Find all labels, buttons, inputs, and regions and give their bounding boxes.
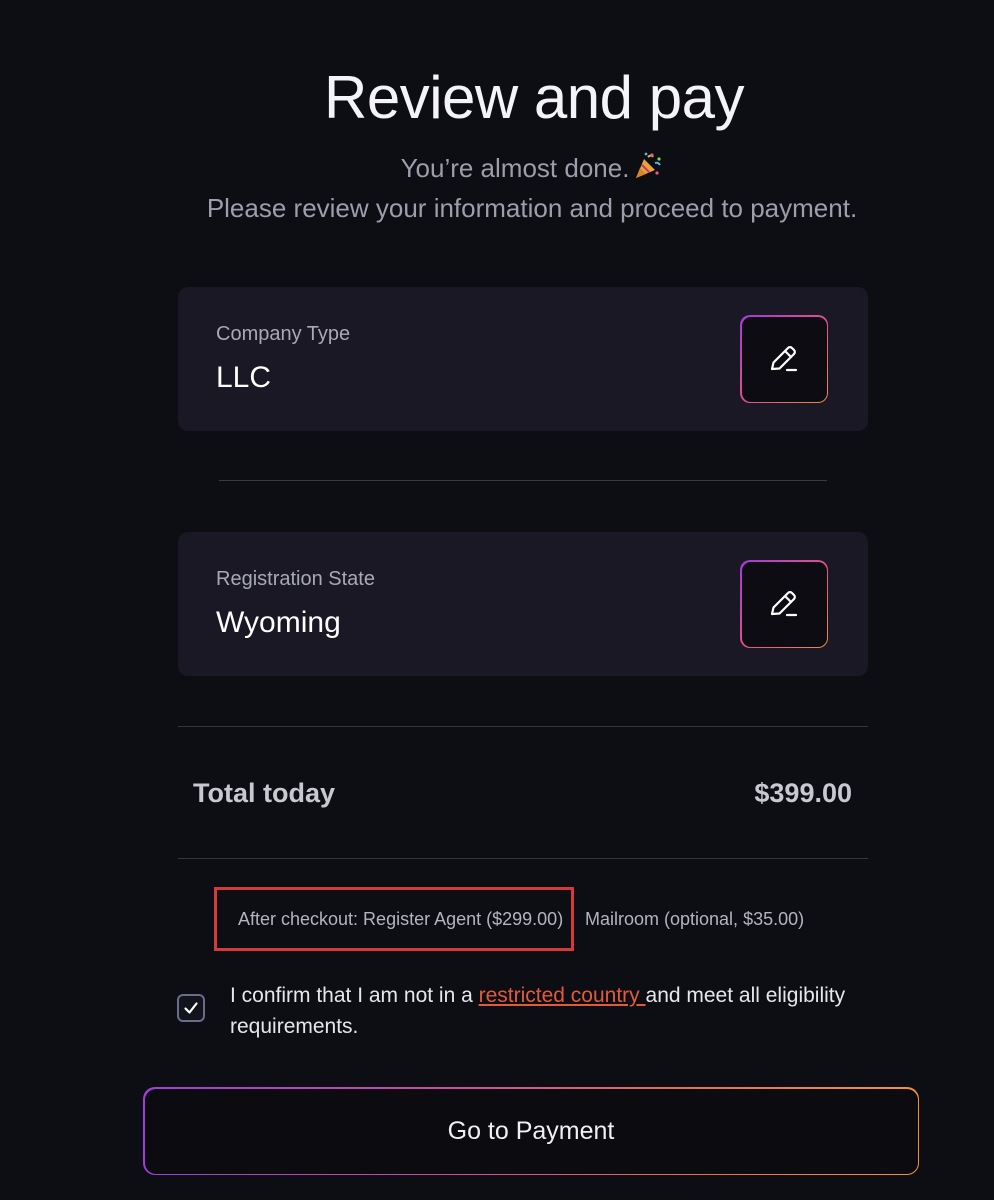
pencil-icon bbox=[770, 591, 798, 617]
total-label: Total today bbox=[193, 778, 336, 808]
subtitle-text: You’re almost done. bbox=[400, 153, 630, 183]
edit-button-inner bbox=[741, 316, 827, 402]
party-popper-icon bbox=[633, 151, 663, 181]
company-type-card: Company Type LLC bbox=[178, 287, 868, 431]
review-and-pay-page: Review and pay You’re almost done. Pleas… bbox=[0, 0, 994, 1200]
subtitle-line-1: You’re almost done. bbox=[0, 148, 994, 188]
pencil-icon bbox=[770, 346, 798, 372]
page-title: Review and pay bbox=[324, 64, 744, 131]
edit-button-inner bbox=[741, 561, 827, 647]
confirmation-text: I confirm that I am not in a restricted … bbox=[230, 980, 870, 1042]
company-type-value: LLC bbox=[216, 361, 272, 394]
subtitle-line-2: Please review your information and proce… bbox=[206, 193, 858, 223]
go-to-payment-button[interactable]: Go to Payment bbox=[143, 1087, 919, 1175]
confirm-checkbox[interactable] bbox=[177, 994, 205, 1022]
total-divider-bottom bbox=[178, 858, 868, 859]
mailroom-note: Mailroom (optional, $35.00) bbox=[585, 909, 805, 929]
total-value: $399.00 bbox=[754, 778, 852, 808]
registration-state-label: Registration State bbox=[216, 568, 375, 590]
restricted-country-link[interactable]: restricted country bbox=[479, 984, 646, 1007]
registration-state-value: Wyoming bbox=[216, 606, 341, 639]
total-divider-top bbox=[178, 726, 868, 727]
after-checkout-note: After checkout: Register Agent ($299.00) bbox=[238, 909, 564, 929]
registration-state-card: Registration State Wyoming bbox=[178, 532, 868, 676]
company-type-label: Company Type bbox=[216, 323, 351, 345]
edit-company-type-button[interactable] bbox=[740, 315, 828, 403]
go-to-payment-label: Go to Payment bbox=[144, 1088, 918, 1174]
section-divider bbox=[219, 480, 827, 481]
checkmark-icon bbox=[184, 1002, 198, 1014]
confirm-text-before: I confirm that I am not in a bbox=[230, 984, 479, 1007]
edit-registration-state-button[interactable] bbox=[740, 560, 828, 648]
